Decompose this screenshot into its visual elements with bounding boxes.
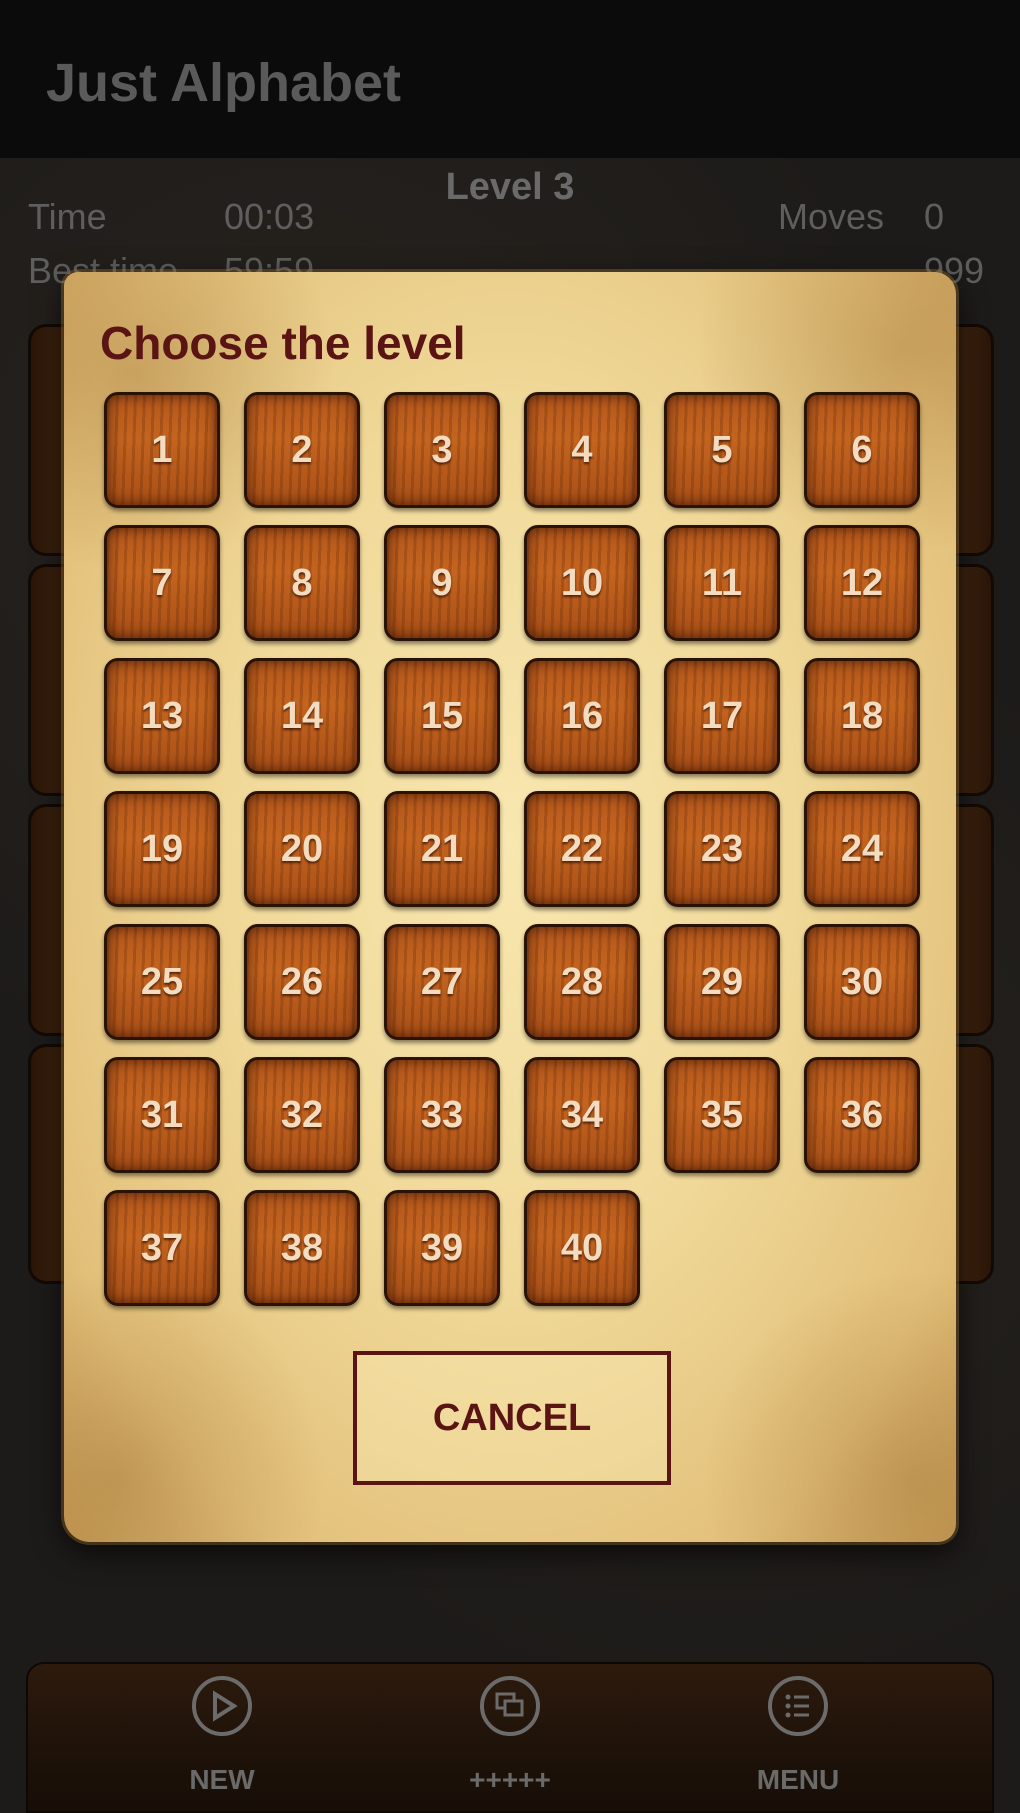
level-button-3[interactable]: 3 [384,392,500,508]
level-button-17[interactable]: 17 [664,658,780,774]
level-button-20[interactable]: 20 [244,791,360,907]
level-button-9[interactable]: 9 [384,525,500,641]
level-button-25[interactable]: 25 [104,924,220,1040]
menu-button[interactable]: MENU [688,1664,908,1813]
cancel-button[interactable]: CANCEL [353,1351,671,1485]
level-button-1[interactable]: 1 [104,392,220,508]
level-button-22[interactable]: 22 [524,791,640,907]
level-button-32[interactable]: 32 [244,1057,360,1173]
level-button-29[interactable]: 29 [664,924,780,1040]
list-icon [768,1676,828,1736]
app-bar: Just Alphabet [0,0,1020,158]
dialog-title: Choose the level [100,317,466,369]
level-button-11[interactable]: 11 [664,525,780,641]
level-button-31[interactable]: 31 [104,1057,220,1173]
level-button-26[interactable]: 26 [244,924,360,1040]
level-button-21[interactable]: 21 [384,791,500,907]
moves-label: Moves [778,196,885,237]
level-button-23[interactable]: 23 [664,791,780,907]
new-button[interactable]: NEW [112,1664,332,1813]
level-button-28[interactable]: 28 [524,924,640,1040]
play-icon [192,1676,252,1736]
level-button-33[interactable]: 33 [384,1057,500,1173]
level-button-18[interactable]: 18 [804,658,920,774]
bottom-nav-bar: NEW +++++ MENU [26,1662,994,1813]
level-button-14[interactable]: 14 [244,658,360,774]
moves-value: 0 [924,196,945,237]
level-button-5[interactable]: 5 [664,392,780,508]
level-button-35[interactable]: 35 [664,1057,780,1173]
new-label: NEW [189,1764,255,1795]
menu-label: MENU [756,1764,840,1795]
level-button-13[interactable]: 13 [104,658,220,774]
level-button-19[interactable]: 19 [104,791,220,907]
plus-button[interactable]: +++++ [400,1664,620,1813]
level-button-27[interactable]: 27 [384,924,500,1040]
level-button-15[interactable]: 15 [384,658,500,774]
level-button-7[interactable]: 7 [104,525,220,641]
level-button-40[interactable]: 40 [524,1190,640,1306]
app-title: Just Alphabet [46,53,402,113]
level-button-34[interactable]: 34 [524,1057,640,1173]
time-label: Time [28,196,107,237]
plus-label: +++++ [469,1764,551,1795]
level-button-6[interactable]: 6 [804,392,920,508]
level-button-38[interactable]: 38 [244,1190,360,1306]
level-button-30[interactable]: 30 [804,924,920,1040]
time-value: 00:03 [224,196,315,237]
level-button-16[interactable]: 16 [524,658,640,774]
level-button-36[interactable]: 36 [804,1057,920,1173]
level-button-4[interactable]: 4 [524,392,640,508]
level-button-8[interactable]: 8 [244,525,360,641]
windows-icon [480,1676,540,1736]
level-button-37[interactable]: 37 [104,1190,220,1306]
level-button-12[interactable]: 12 [804,525,920,641]
level-button-39[interactable]: 39 [384,1190,500,1306]
level-button-24[interactable]: 24 [804,791,920,907]
level-button-2[interactable]: 2 [244,392,360,508]
level-button-10[interactable]: 10 [524,525,640,641]
